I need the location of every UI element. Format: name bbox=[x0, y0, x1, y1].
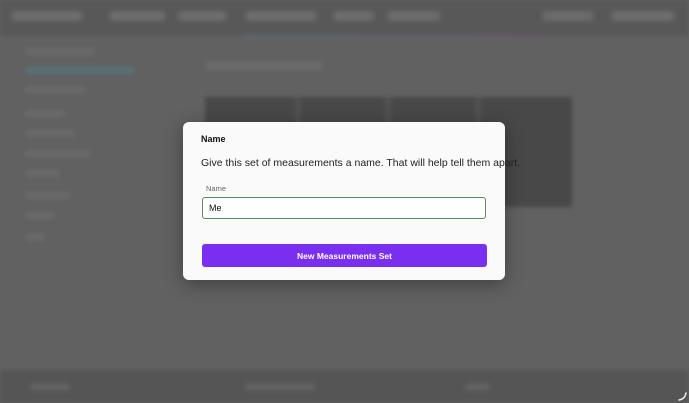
dialog-description: Give this set of measurements a name. Th… bbox=[201, 157, 521, 169]
new-measurements-set-button[interactable]: New Measurements Set bbox=[202, 244, 487, 267]
name-field-label: Name bbox=[206, 184, 227, 193]
resize-grip-icon[interactable] bbox=[677, 391, 687, 401]
name-input[interactable] bbox=[202, 197, 486, 219]
name-measurements-dialog: Name Give this set of measurements a nam… bbox=[183, 122, 520, 280]
dialog-title: Name bbox=[201, 134, 226, 144]
